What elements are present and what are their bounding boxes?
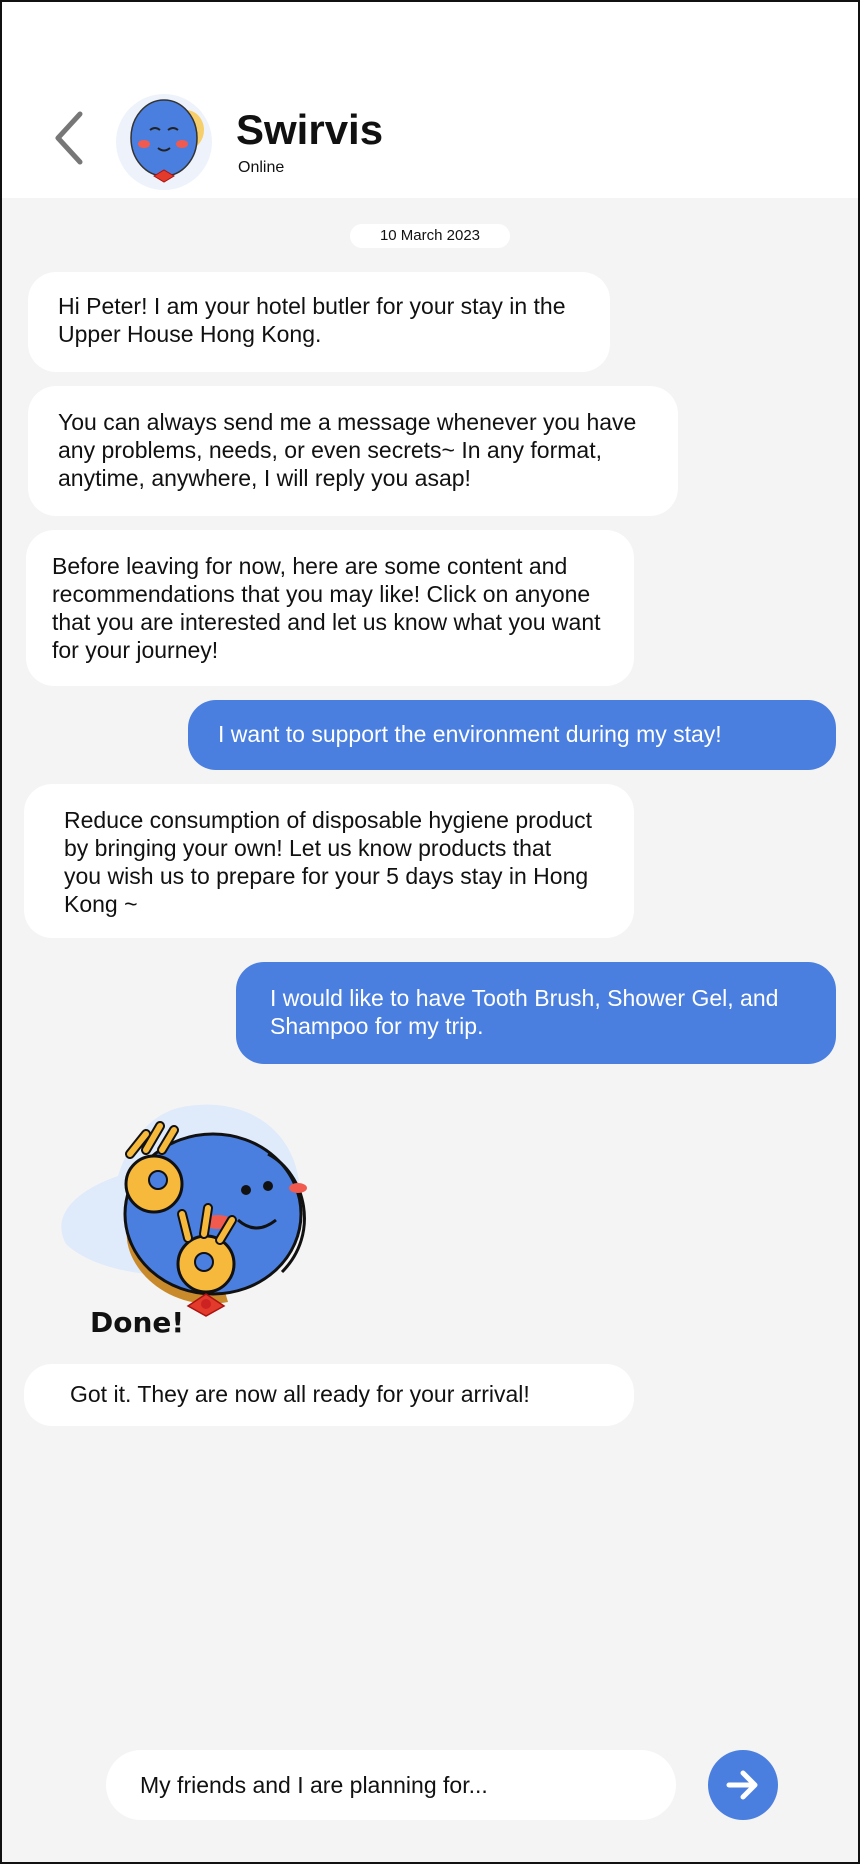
user-message: I would like to have Tooth Brush, Shower… (236, 962, 836, 1064)
done-sticker: Done! (58, 1094, 358, 1344)
bot-message: Hi Peter! I am your hotel butler for you… (28, 272, 610, 372)
mascot-avatar-icon (116, 94, 212, 190)
sticker-label: Done! (90, 1306, 185, 1339)
back-button[interactable] (48, 108, 94, 168)
bot-message: You can always send me a message wheneve… (28, 386, 678, 516)
bot-message: Got it. They are now all ready for your … (24, 1364, 634, 1426)
message-input[interactable]: My friends and I are planning for... (106, 1750, 676, 1820)
chat-screen: Swirvis Online 10 March 2023 Hi Peter! I… (0, 0, 860, 1864)
bot-message: Reduce consumption of disposable hygiene… (24, 784, 634, 938)
chat-header: Swirvis Online (2, 2, 858, 198)
avatar[interactable] (114, 90, 218, 194)
chevron-left-icon (55, 111, 83, 165)
date-separator: 10 March 2023 (350, 224, 510, 248)
arrow-right-icon (726, 1770, 758, 1800)
bot-message: Before leaving for now, here are some co… (26, 530, 634, 686)
contact-name: Swirvis (236, 106, 384, 153)
user-message: I want to support the environment during… (188, 700, 836, 770)
online-status: Online (238, 159, 285, 176)
send-button[interactable] (708, 1750, 778, 1820)
